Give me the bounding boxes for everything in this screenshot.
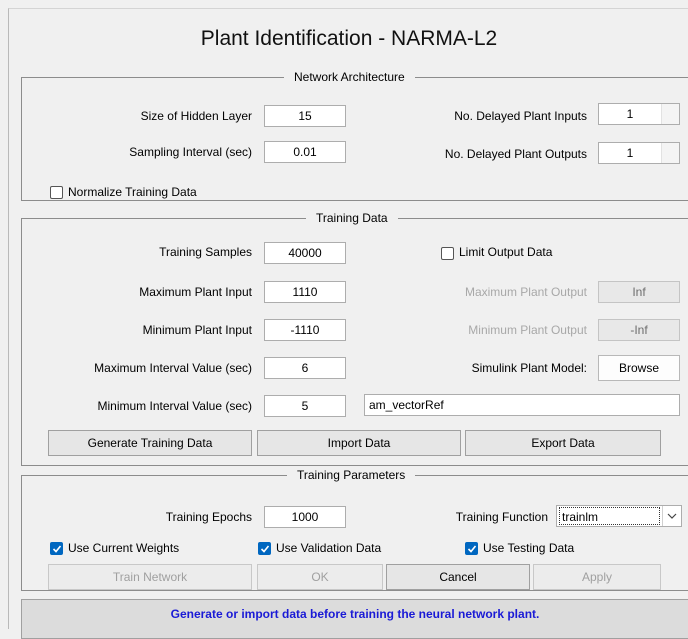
delayed-inputs-spinner[interactable]: 1 bbox=[598, 103, 680, 125]
delayed-outputs-spinner[interactable]: 1 bbox=[598, 142, 680, 164]
hidden-layer-input[interactable]: 15 bbox=[264, 105, 346, 127]
training-function-select[interactable]: trainlm bbox=[556, 505, 682, 527]
status-message: Generate or import data before training … bbox=[170, 607, 540, 621]
apply-button[interactable]: Apply bbox=[533, 564, 661, 590]
training-epochs-label: Training Epochs bbox=[165, 510, 252, 524]
training-function-label: Training Function bbox=[455, 510, 548, 524]
dialog-title: Plant Identification - NARMA-L2 bbox=[200, 27, 498, 50]
training-function-value: trainlm bbox=[559, 507, 660, 525]
chevron-down-icon[interactable] bbox=[662, 506, 681, 526]
training-parameters-panel: Training Parameters Training Epochs 1000… bbox=[21, 468, 688, 591]
use-validation-checkbox[interactable] bbox=[258, 542, 271, 555]
training-data-title: Training Data bbox=[306, 211, 398, 226]
train-network-button[interactable]: Train Network bbox=[48, 564, 252, 590]
training-epochs-input[interactable]: 1000 bbox=[264, 506, 346, 528]
use-current-weights-checkbox[interactable] bbox=[50, 542, 63, 555]
max-plant-input-field[interactable]: 1110 bbox=[264, 281, 346, 303]
min-interval-input[interactable]: 5 bbox=[264, 395, 346, 417]
use-current-weights-label: Use Current Weights bbox=[68, 541, 180, 555]
delayed-outputs-spin-buttons[interactable] bbox=[661, 143, 679, 163]
max-plant-input-label: Maximum Plant Input bbox=[139, 285, 252, 299]
dialog-window: Plant Identification - NARMA-L2 Network … bbox=[8, 8, 688, 639]
ok-button[interactable]: OK bbox=[257, 564, 383, 590]
limit-output-checkbox[interactable] bbox=[441, 247, 454, 260]
check-icon bbox=[52, 545, 62, 553]
use-testing-checkbox[interactable] bbox=[465, 542, 478, 555]
generate-training-data-button[interactable]: Generate Training Data bbox=[48, 430, 252, 456]
hidden-layer-label: Size of Hidden Layer bbox=[140, 109, 252, 123]
use-validation-label: Use Validation Data bbox=[276, 541, 382, 555]
training-samples-input[interactable]: 40000 bbox=[264, 242, 346, 264]
delayed-inputs-value: 1 bbox=[626, 107, 634, 121]
use-testing-label: Use Testing Data bbox=[483, 541, 575, 555]
training-parameters-title: Training Parameters bbox=[287, 468, 416, 483]
max-interval-input[interactable]: 6 bbox=[264, 357, 346, 379]
status-bar: Generate or import data before training … bbox=[21, 599, 688, 639]
delayed-inputs-label: No. Delayed Plant Inputs bbox=[454, 109, 587, 123]
training-samples-label: Training Samples bbox=[159, 245, 252, 259]
cancel-button[interactable]: Cancel bbox=[386, 564, 530, 590]
min-plant-input-label: Minimum Plant Input bbox=[142, 323, 252, 337]
simulink-model-label: Simulink Plant Model: bbox=[471, 361, 587, 375]
delayed-inputs-spin-buttons[interactable] bbox=[661, 104, 679, 124]
check-icon bbox=[260, 545, 270, 553]
normalize-label: Normalize Training Data bbox=[68, 185, 197, 199]
training-data-panel: Training Data Training Samples 40000 Lim… bbox=[21, 211, 688, 466]
sampling-interval-label: Sampling Interval (sec) bbox=[129, 145, 252, 159]
export-data-button[interactable]: Export Data bbox=[465, 430, 661, 456]
min-plant-input-field[interactable]: -1110 bbox=[264, 319, 346, 341]
max-plant-output-label: Maximum Plant Output bbox=[464, 285, 587, 299]
simulink-model-name-field[interactable]: am_vectorRef bbox=[364, 394, 680, 416]
min-plant-output-label: Minimum Plant Output bbox=[468, 323, 587, 337]
min-plant-output-field[interactable]: -Inf bbox=[598, 319, 680, 341]
check-icon bbox=[467, 545, 477, 553]
min-interval-label: Minimum Interval Value (sec) bbox=[97, 399, 253, 413]
normalize-checkbox[interactable] bbox=[50, 186, 63, 199]
max-interval-label: Maximum Interval Value (sec) bbox=[94, 361, 252, 375]
delayed-outputs-label: No. Delayed Plant Outputs bbox=[444, 147, 587, 161]
sampling-interval-input[interactable]: 0.01 bbox=[264, 141, 346, 163]
import-data-button[interactable]: Import Data bbox=[257, 430, 461, 456]
limit-output-label: Limit Output Data bbox=[459, 245, 553, 259]
network-architecture-title: Network Architecture bbox=[284, 70, 415, 85]
browse-button[interactable]: Browse bbox=[598, 355, 680, 381]
max-plant-output-field[interactable]: Inf bbox=[598, 281, 680, 303]
network-architecture-panel: Network Architecture Size of Hidden Laye… bbox=[21, 70, 688, 201]
delayed-outputs-value: 1 bbox=[626, 146, 634, 160]
